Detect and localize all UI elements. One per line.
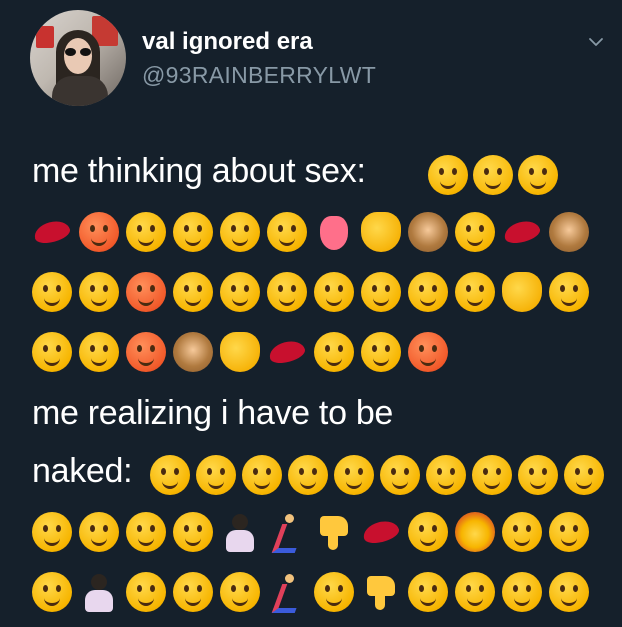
woozy-face-emoji-icon <box>549 512 589 552</box>
speak-no-evil-monkey-icon <box>549 212 589 252</box>
loudly-crying-emoji-icon <box>126 572 166 612</box>
tongue-emoji-icon <box>314 212 354 252</box>
flushed-emoji-icon <box>518 455 558 495</box>
flushed-emoji-icon <box>220 572 260 612</box>
see-no-evil-monkey-icon <box>173 332 213 372</box>
avatar-face <box>64 38 92 74</box>
thumbs-down-icon <box>314 512 354 552</box>
unamused-emoji-icon <box>455 572 495 612</box>
avatar-sunglasses <box>64 48 92 56</box>
hot-face-emoji-icon <box>408 332 448 372</box>
avatar-background-sign <box>36 26 54 48</box>
heart-eyes-emoji-icon <box>473 155 513 195</box>
display-name[interactable]: val ignored era <box>142 28 313 56</box>
smirk-emoji-icon <box>455 212 495 252</box>
frowning-emoji-icon <box>426 455 466 495</box>
yum-emoji-icon <box>428 155 468 195</box>
wink-emoji-icon <box>32 272 72 312</box>
hot-face-emoji-icon <box>79 212 119 252</box>
confounded-emoji-icon <box>79 512 119 552</box>
tweet-text-line: me realizing i have to be <box>32 394 394 432</box>
lips-icon <box>361 512 401 552</box>
person-running-icon <box>267 512 307 552</box>
smirk-cat-emoji-icon <box>361 212 401 252</box>
grimacing-emoji-icon <box>314 572 354 612</box>
smiling-hearts-emoji-icon <box>126 212 166 252</box>
hot-face-emoji-icon <box>126 272 166 312</box>
kissing-cat-emoji-icon <box>220 332 260 372</box>
smirk-cat-emoji-icon <box>502 272 542 312</box>
kiss-mark-icon <box>32 212 72 252</box>
no-mouth-emoji-icon <box>196 455 236 495</box>
dizzy-face-emoji-icon <box>408 572 448 612</box>
kiss-mark-icon <box>502 212 542 252</box>
confused-emoji-icon <box>502 572 542 612</box>
emoji-row <box>32 332 502 378</box>
grimacing-emoji-icon <box>564 455 604 495</box>
emoji-row <box>150 455 604 501</box>
username-handle[interactable]: @93RAINBERRYLWT <box>142 62 376 89</box>
star-struck-emoji-icon <box>267 212 307 252</box>
confused-emoji-icon <box>288 455 328 495</box>
unamused-emoji-icon <box>334 455 374 495</box>
tweet-text-line: me thinking about sex: <box>32 152 366 190</box>
smirk-emoji-icon <box>455 272 495 312</box>
emoji-row <box>428 155 598 201</box>
exploding-head-emoji-icon <box>455 512 495 552</box>
emoji-row <box>32 272 592 318</box>
pleading-face-emoji-icon <box>32 572 72 612</box>
kiss-mark-icon <box>267 332 307 372</box>
hushed-emoji-icon <box>380 455 420 495</box>
loudly-crying-emoji-icon <box>173 512 213 552</box>
emoji-row <box>32 572 592 618</box>
tweet-text-line: naked: <box>32 452 133 490</box>
emoji-row <box>32 212 592 258</box>
shushing-face-emoji-icon <box>549 272 589 312</box>
hand-over-mouth-emoji-icon <box>267 272 307 312</box>
emoji-row <box>32 512 592 558</box>
shushing-face-emoji-icon <box>79 272 119 312</box>
see-no-evil-monkey-icon <box>408 212 448 252</box>
triumph-emoji-icon <box>126 512 166 552</box>
person-gesturing-no-icon <box>79 572 119 612</box>
neutral-face-emoji-icon <box>150 455 190 495</box>
monocle-face-emoji-icon <box>408 512 448 552</box>
wink-emoji-icon <box>408 272 448 312</box>
yum-emoji-icon <box>173 272 213 312</box>
thumbs-down-icon <box>361 572 401 612</box>
hot-face-emoji-icon <box>126 332 166 372</box>
avatar[interactable] <box>30 10 126 106</box>
pensive-emoji-icon <box>242 455 282 495</box>
drooling-emoji-icon <box>518 155 558 195</box>
hand-over-mouth-emoji-icon <box>314 332 354 372</box>
person-running-icon <box>267 572 307 612</box>
heart-eyes-emoji-icon <box>32 332 72 372</box>
person-gesturing-no-icon <box>220 512 260 552</box>
anxious-sweat-emoji-icon <box>173 572 213 612</box>
drooling-emoji-icon <box>220 272 260 312</box>
smiling-hearts-emoji-icon <box>314 272 354 312</box>
zany-face-emoji-icon <box>173 212 213 252</box>
dizzy-face-emoji-icon <box>472 455 512 495</box>
hand-over-mouth-emoji-icon <box>220 212 260 252</box>
tweet: val ignored era @93RAINBERRYLWT me think… <box>0 0 622 627</box>
star-struck-emoji-icon <box>361 272 401 312</box>
avatar-body <box>52 76 108 106</box>
chevron-down-icon[interactable] <box>588 34 604 50</box>
anxious-sweat-emoji-icon <box>32 512 72 552</box>
yum-emoji-icon <box>79 332 119 372</box>
hushed-emoji-icon <box>549 572 589 612</box>
raised-eyebrow-emoji-icon <box>502 512 542 552</box>
zany-face-emoji-icon <box>361 332 401 372</box>
